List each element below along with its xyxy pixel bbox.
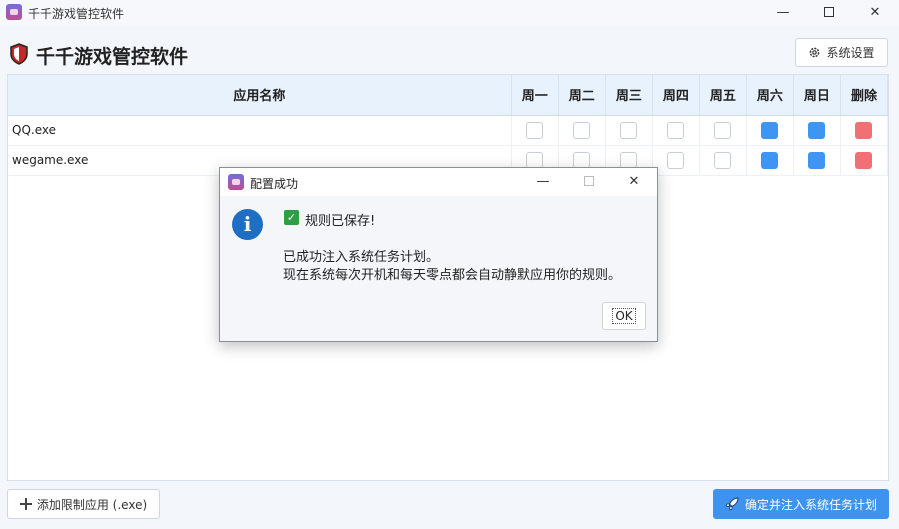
- app-name-cell: QQ.exe: [8, 115, 512, 146]
- app-header: 千千游戏管控软件 系统设置: [0, 34, 899, 74]
- day-cell: [558, 115, 606, 146]
- day-checkbox[interactable]: [526, 151, 544, 169]
- day-checkbox[interactable]: [667, 121, 685, 139]
- day-checkbox[interactable]: [761, 151, 779, 169]
- delete-cell: [840, 115, 889, 146]
- column-header-delete: 删除: [840, 75, 889, 116]
- maximize-icon: [824, 6, 834, 17]
- info-icon: i: [232, 209, 263, 240]
- dialog-app-icon: [228, 174, 244, 190]
- shield-icon: [10, 43, 28, 65]
- dialog-message-title: 规则已保存!: [305, 214, 376, 229]
- column-header-wed: 周三: [605, 75, 653, 116]
- day-checkbox[interactable]: [526, 121, 544, 139]
- day-cell: [793, 145, 841, 176]
- dialog-titlebar: 配置成功 — ✕: [220, 168, 657, 196]
- day-cell: [793, 115, 841, 146]
- minimize-button[interactable]: —: [760, 0, 806, 25]
- window-titlebar: 千千游戏管控软件 — ✕: [0, 0, 899, 25]
- day-checkbox[interactable]: [573, 121, 591, 139]
- day-checkbox[interactable]: [573, 151, 591, 169]
- plus-icon: [19, 498, 32, 510]
- delete-cell: [840, 145, 889, 176]
- success-dialog: 配置成功 — ✕ i ✓ 规则已保存! 已成功注入系统任务计划。 现在系统每次开…: [219, 167, 658, 342]
- day-cell: [699, 115, 747, 146]
- day-cell: [605, 115, 653, 146]
- dialog-message-line: 现在系统每次开机和每天零点都会自动静默应用你的规则。: [283, 268, 622, 283]
- app-icon: [6, 4, 22, 20]
- dialog-minimize-button[interactable]: —: [520, 168, 566, 196]
- gear-icon: [810, 47, 820, 58]
- table-row: QQ.exe: [8, 115, 889, 146]
- day-checkbox[interactable]: [667, 151, 685, 169]
- rocket-icon: [725, 497, 739, 511]
- day-checkbox[interactable]: [808, 151, 826, 169]
- dialog-close-button[interactable]: ✕: [611, 168, 657, 196]
- day-checkbox[interactable]: [620, 121, 638, 139]
- window-title: 千千游戏管控软件: [28, 7, 125, 21]
- table-header-row: 应用名称 周一 周二 周三 周四 周五 周六 周日 删除: [8, 75, 889, 116]
- column-header-thu: 周四: [652, 75, 700, 116]
- day-cell: [652, 145, 700, 176]
- app-title: 千千游戏管控软件: [36, 46, 189, 68]
- settings-label: 系统设置: [826, 46, 875, 60]
- settings-button[interactable]: 系统设置: [795, 38, 888, 67]
- day-checkbox[interactable]: [714, 151, 732, 169]
- maximize-button[interactable]: [806, 0, 852, 25]
- column-header-fri: 周五: [699, 75, 747, 116]
- column-header-mon: 周一: [511, 75, 559, 116]
- day-cell: [746, 115, 794, 146]
- dialog-title: 配置成功: [250, 177, 299, 191]
- day-cell: [511, 115, 559, 146]
- close-button[interactable]: ✕: [852, 0, 898, 25]
- add-app-label: 添加限制应用 (.exe): [36, 497, 148, 512]
- dialog-maximize-button: [566, 168, 612, 196]
- ok-button[interactable]: OK: [602, 302, 646, 330]
- column-header-app-name: 应用名称: [8, 75, 512, 116]
- day-cell: [746, 145, 794, 176]
- check-icon: ✓: [284, 210, 299, 225]
- day-checkbox[interactable]: [620, 151, 638, 169]
- delete-button[interactable]: [855, 121, 873, 139]
- column-header-sat: 周六: [746, 75, 794, 116]
- day-cell: [652, 115, 700, 146]
- dialog-message-line: 已成功注入系统任务计划。: [283, 250, 440, 265]
- day-cell: [699, 145, 747, 176]
- dialog-maximize-icon: [584, 175, 594, 186]
- column-header-sun: 周日: [793, 75, 841, 116]
- day-checkbox[interactable]: [761, 121, 779, 139]
- add-app-button[interactable]: 添加限制应用 (.exe): [7, 489, 160, 519]
- confirm-inject-button[interactable]: 确定并注入系统任务计划: [713, 489, 889, 519]
- column-header-tue: 周二: [558, 75, 606, 116]
- ok-label: OK: [612, 308, 636, 324]
- delete-button[interactable]: [855, 151, 873, 169]
- day-checkbox[interactable]: [714, 121, 732, 139]
- confirm-inject-label: 确定并注入系统任务计划: [744, 497, 877, 512]
- day-checkbox[interactable]: [808, 121, 826, 139]
